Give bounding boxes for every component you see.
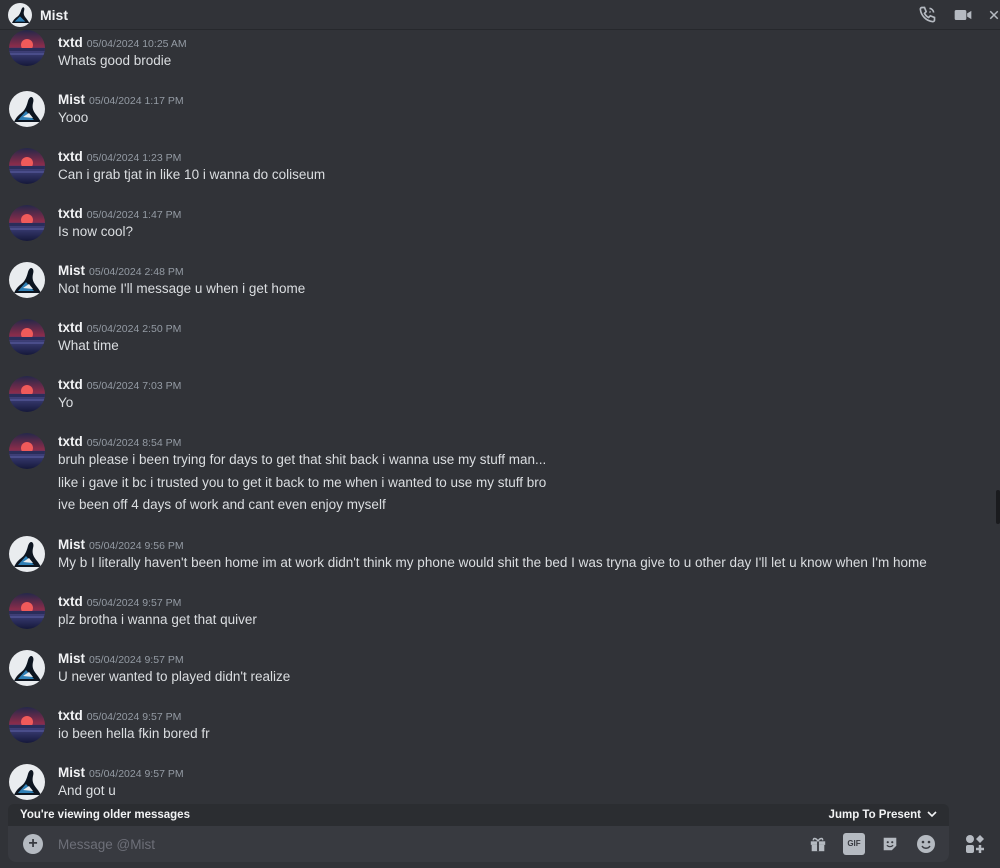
message-text: What time bbox=[58, 338, 119, 353]
message-item[interactable]: Mist 05/04/2024 9:57 PM U never wanted to … bbox=[0, 650, 1000, 690]
message-author[interactable]: Mist bbox=[58, 92, 85, 107]
message-item[interactable]: Mist 05/04/2024 2:48 PM Not home I'll mess… bbox=[0, 262, 1000, 302]
sticker-icon[interactable] bbox=[879, 833, 901, 855]
message-item[interactable]: txtd 05/04/2024 2:50 PM What time bbox=[0, 319, 1000, 359]
message-timestamp: 05/04/2024 1:47 PM bbox=[86, 209, 182, 221]
message-text: U never wanted to played didn't realize bbox=[58, 669, 291, 684]
close-icon[interactable] bbox=[988, 4, 1000, 26]
message-timestamp: 05/04/2024 9:57 PM bbox=[86, 597, 182, 609]
chevron-down-icon bbox=[927, 809, 937, 821]
user-avatar[interactable] bbox=[9, 433, 45, 469]
message-text: Can i grab tjat in like 10 i wanna do co… bbox=[58, 167, 326, 182]
scrollbar-thumb[interactable] bbox=[996, 490, 1000, 524]
user-avatar[interactable] bbox=[9, 30, 45, 66]
message-timestamp: 05/04/2024 2:48 PM bbox=[89, 266, 184, 278]
message-text: plz brotha i wanna get that quiver bbox=[58, 612, 257, 627]
user-avatar[interactable] bbox=[9, 376, 45, 412]
message-text: like i gave it bc i trusted you to get i… bbox=[58, 474, 547, 490]
message-timestamp: 05/04/2024 2:50 PM bbox=[86, 323, 182, 335]
message-author[interactable]: txtd bbox=[58, 320, 83, 335]
dm-header: Mist bbox=[0, 0, 1000, 30]
message-timestamp: 05/04/2024 10:25 AM bbox=[86, 38, 187, 50]
message-text: Whats good brodie bbox=[58, 53, 172, 68]
message-author[interactable]: Mist bbox=[58, 263, 85, 278]
video-call-icon[interactable] bbox=[952, 4, 974, 26]
message-author[interactable]: txtd bbox=[58, 434, 83, 449]
channel-title: Mist bbox=[40, 6, 68, 23]
message-item[interactable]: txtd 05/04/2024 7:03 PM Yo bbox=[0, 376, 1000, 416]
message-timestamp: 05/04/2024 9:57 PM bbox=[89, 768, 184, 780]
message-item[interactable]: txtd 05/04/2024 9:57 PM plz brotha i wanna… bbox=[0, 593, 1000, 633]
emoji-icon[interactable] bbox=[915, 833, 937, 855]
user-avatar[interactable] bbox=[9, 319, 45, 355]
message-author[interactable]: Mist bbox=[58, 651, 85, 666]
message-item[interactable]: txtd 05/04/2024 1:23 PM Can i grab tjat in… bbox=[0, 148, 1000, 188]
message-text: io been hella fkin bored fr bbox=[58, 726, 210, 741]
message-text: Yo bbox=[58, 395, 74, 410]
apps-icon[interactable] bbox=[957, 826, 993, 862]
message-input[interactable] bbox=[58, 836, 658, 852]
message-author[interactable]: Mist bbox=[58, 765, 85, 780]
message-author[interactable]: txtd bbox=[58, 594, 83, 609]
user-avatar[interactable] bbox=[9, 764, 45, 800]
user-avatar[interactable] bbox=[9, 536, 45, 572]
message-item[interactable]: Mist 05/04/2024 1:17 PM Yooo bbox=[0, 91, 1000, 131]
user-avatar[interactable] bbox=[9, 205, 45, 241]
message-text: ive been off 4 days of work and cant eve… bbox=[58, 497, 386, 512]
message-item[interactable]: Mist 05/04/2024 9:57 PM And got u bbox=[0, 764, 1000, 804]
message-timestamp: 05/04/2024 7:03 PM bbox=[86, 380, 182, 392]
message-composer: + GIF bbox=[8, 826, 949, 862]
message-timestamp: 05/04/2024 1:23 PM bbox=[86, 152, 182, 164]
gift-icon[interactable] bbox=[807, 833, 829, 855]
message-item[interactable]: Mist 05/04/2024 9:56 PM My b I literally h… bbox=[0, 536, 1000, 576]
voice-call-icon[interactable] bbox=[916, 4, 938, 26]
message-timestamp: 05/04/2024 9:57 PM bbox=[89, 654, 184, 666]
message-author[interactable]: txtd bbox=[58, 206, 83, 221]
message-text: Not home I'll message u when i get home bbox=[58, 281, 306, 296]
mist-avatar[interactable] bbox=[8, 2, 32, 27]
message-author[interactable]: txtd bbox=[58, 377, 83, 392]
message-timestamp: 05/04/2024 1:17 PM bbox=[89, 95, 184, 107]
user-avatar[interactable] bbox=[9, 262, 45, 298]
user-avatar[interactable] bbox=[9, 650, 45, 686]
message-text: bruh please i been trying for days to ge… bbox=[58, 452, 547, 467]
message-author[interactable]: txtd bbox=[58, 149, 83, 164]
older-messages-bar: You're viewing older messages Jump To Pr… bbox=[8, 804, 949, 826]
message-item[interactable]: txtd 05/04/2024 8:54 PM bruh please i been… bbox=[0, 433, 1000, 517]
user-avatar[interactable] bbox=[9, 593, 45, 629]
jump-to-present-label: Jump To Present bbox=[828, 809, 921, 821]
message-text: My b I literally haven't been home im at… bbox=[58, 555, 927, 570]
message-item[interactable]: txtd 05/04/2024 1:47 PM Is now cool? bbox=[0, 205, 1000, 245]
jump-to-present-button[interactable]: Jump To Present bbox=[829, 809, 937, 821]
message-text: And got u bbox=[58, 783, 116, 798]
message-timestamp: 05/04/2024 9:56 PM bbox=[89, 540, 184, 552]
message-author[interactable]: Mist bbox=[58, 537, 85, 552]
message-text: Yooo bbox=[58, 110, 89, 125]
message-author[interactable]: txtd bbox=[58, 35, 83, 50]
message-list[interactable]: txtd 05/04/2024 10:25 AM Whats good brodie… bbox=[0, 30, 1000, 805]
message-timestamp: 05/04/2024 8:54 PM bbox=[86, 437, 182, 449]
gif-icon[interactable]: GIF bbox=[843, 833, 865, 855]
message-author[interactable]: txtd bbox=[58, 708, 83, 723]
add-attachment-icon[interactable]: + bbox=[23, 834, 43, 854]
message-timestamp: 05/04/2024 9:57 PM bbox=[86, 711, 182, 723]
user-avatar[interactable] bbox=[9, 148, 45, 184]
message-item[interactable]: txtd 05/04/2024 9:57 PM io been hella fkin… bbox=[0, 707, 1000, 747]
user-avatar[interactable] bbox=[9, 91, 45, 127]
user-avatar[interactable] bbox=[9, 707, 45, 743]
message-item[interactable]: txtd 05/04/2024 10:25 AM Whats good brodie bbox=[0, 30, 1000, 74]
message-text: Is now cool? bbox=[58, 224, 134, 239]
older-messages-notice: You're viewing older messages bbox=[20, 809, 190, 821]
